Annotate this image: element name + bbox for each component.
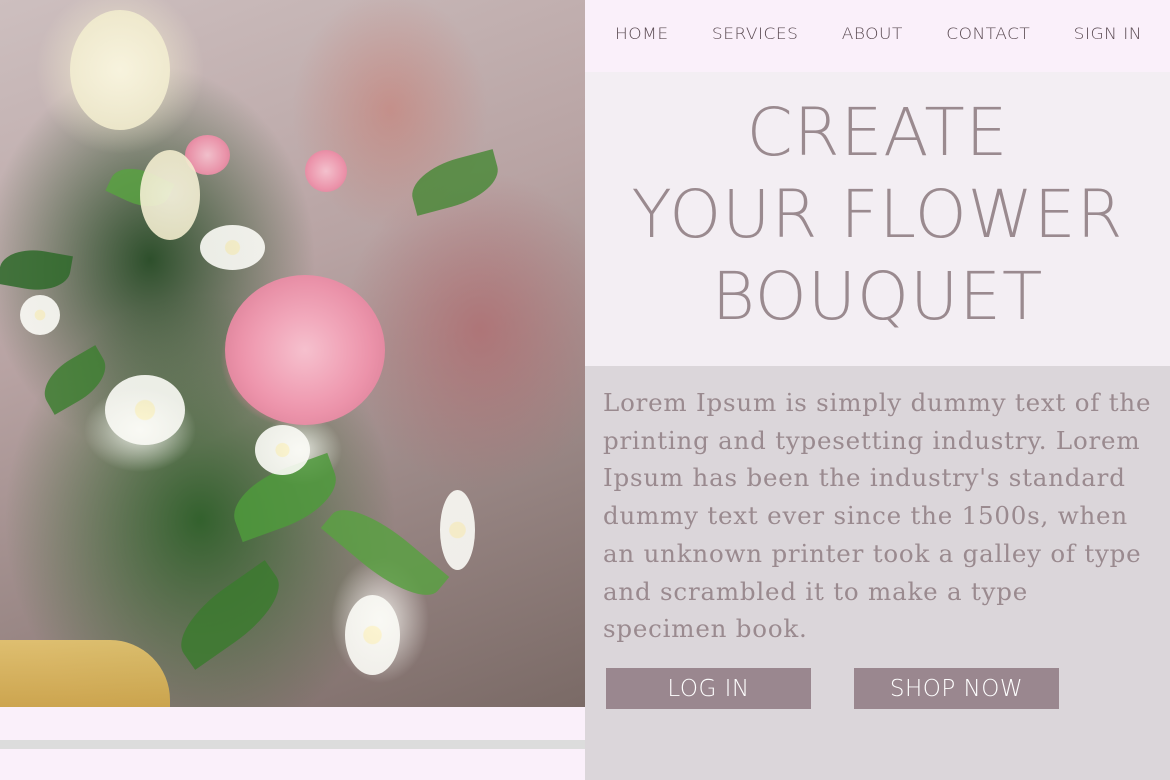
- footer-divider: [0, 740, 585, 749]
- hero-title-line-2: YOUR FLOWER: [631, 176, 1124, 253]
- flower-bouquet-photo: [0, 0, 585, 707]
- description-text: Lorem Ipsum is simply dummy text of the …: [603, 388, 1152, 644]
- shop-now-button[interactable]: SHOP NOW: [854, 668, 1059, 709]
- hero-title-line-3: BOUQUET: [711, 258, 1044, 335]
- hero-title-line-1: CREATE: [746, 94, 1009, 171]
- log-in-button[interactable]: LOG IN: [606, 668, 811, 709]
- hero-section: CREATE YOUR FLOWER BOUQUET: [585, 72, 1170, 366]
- nav-sign-in[interactable]: SIGN IN: [1074, 25, 1142, 44]
- nav-home[interactable]: HOME: [615, 25, 669, 44]
- top-navigation: HOME SERVICES ABOUT CONTACT SIGN IN: [585, 0, 1170, 72]
- footer-band-bottom: [0, 749, 585, 780]
- content-section: Lorem Ipsum is simply dummy text of the …: [585, 366, 1170, 780]
- nav-contact[interactable]: CONTACT: [946, 25, 1030, 44]
- hero-title: CREATE YOUR FLOWER BOUQUET: [585, 92, 1170, 338]
- nav-services[interactable]: SERVICES: [712, 25, 798, 44]
- landing-page: HOME SERVICES ABOUT CONTACT SIGN IN CREA…: [0, 0, 1170, 780]
- nav-about[interactable]: ABOUT: [842, 25, 903, 44]
- footer-band-top: [0, 707, 585, 740]
